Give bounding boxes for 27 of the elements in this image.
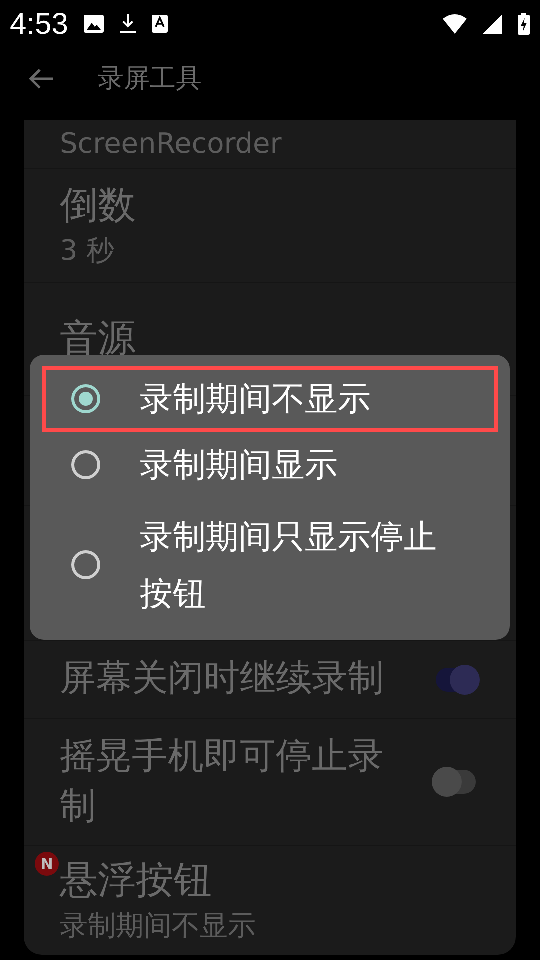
wifi-icon xyxy=(443,14,467,34)
setting-title: 倒数 xyxy=(60,182,137,230)
image-icon xyxy=(84,15,104,33)
setting-title: 悬浮按钮 xyxy=(60,857,213,904)
setting-subtitle: ScreenRecorder xyxy=(60,126,283,162)
option-label: 录制期间只显示停止按钮 xyxy=(140,516,438,616)
radio-option[interactable]: 录制期间显示 xyxy=(42,432,498,498)
setting-subtitle: 录制期间不显示 xyxy=(60,908,257,944)
radio-option[interactable]: 录制期间不显示 xyxy=(42,366,498,432)
toolbar-title: 录屏工具 xyxy=(98,62,202,96)
option-label: 录制期间显示 xyxy=(140,444,338,486)
radio-button-icon[interactable] xyxy=(70,448,102,481)
setting-title: 摇晃手机即可停止录制 xyxy=(60,734,385,829)
download-icon xyxy=(120,14,136,34)
radio-button-icon[interactable] xyxy=(70,549,102,582)
signal-icon xyxy=(483,14,502,34)
radio-option[interactable]: 录制期间只显示停止按钮 xyxy=(42,498,498,633)
back-arrow-icon[interactable] xyxy=(28,68,54,90)
option-label: 录制期间不显示 xyxy=(140,378,371,420)
setting-title: 音源 xyxy=(60,315,137,362)
setting-title: 屏幕关闭时继续录制 xyxy=(60,657,385,702)
battery-charging-icon xyxy=(518,13,530,35)
text-box-icon xyxy=(152,15,168,33)
new-badge: N xyxy=(35,852,59,876)
radio-button-icon[interactable] xyxy=(70,382,102,415)
setting-subtitle: 3 秒 xyxy=(60,232,116,269)
status-time: 4:53 xyxy=(10,6,68,42)
